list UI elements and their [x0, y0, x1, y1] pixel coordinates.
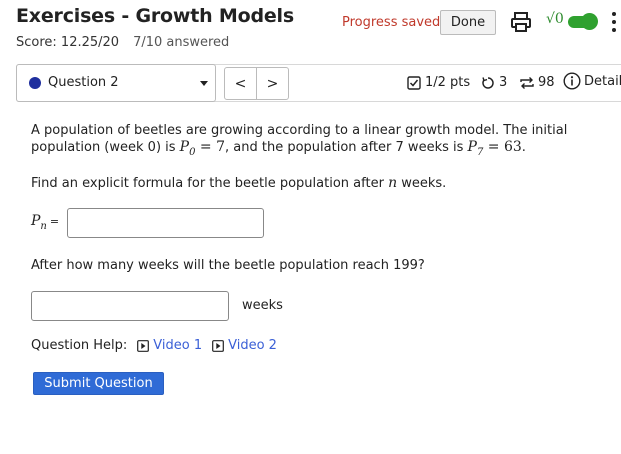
- answered-count: 7/10 answered: [133, 35, 230, 50]
- attempts-count: 98: [538, 75, 555, 90]
- p0-sym: P: [179, 139, 190, 155]
- progress-saved-status: Progress saved: [342, 15, 441, 30]
- question-intro: A population of beetles are growing acco…: [31, 122, 591, 161]
- formula-answer-input[interactable]: [67, 208, 264, 238]
- page-title: Exercises - Growth Models: [16, 5, 294, 27]
- intro-text-c: .: [521, 140, 526, 155]
- math-display-icon: √0: [546, 11, 564, 27]
- video-2-label: Video 2: [228, 338, 277, 353]
- question-help: Question Help: Video 1 Video 2: [31, 338, 287, 353]
- attempts-icon: [520, 76, 534, 89]
- chevron-down-icon: [200, 81, 208, 86]
- question-status-dot: [29, 77, 41, 89]
- retries-count: 3: [499, 75, 508, 90]
- video-1-label: Video 1: [153, 338, 203, 353]
- print-icon[interactable]: [510, 11, 532, 33]
- weeks-answer-input[interactable]: [31, 291, 229, 321]
- question-help-label: Question Help:: [31, 338, 128, 353]
- math-display-toggle[interactable]: [568, 13, 598, 30]
- points-text: 1/2 pts: [425, 75, 471, 90]
- done-button[interactable]: Done: [440, 10, 496, 35]
- p7-sym: P: [467, 139, 477, 155]
- p7-symbol: P7: [467, 139, 484, 158]
- details-label: Details: [584, 73, 621, 89]
- part1-text-b: weeks.: [397, 176, 447, 191]
- p0-value: = 7: [195, 139, 226, 155]
- video-play-icon: [212, 339, 225, 352]
- p7-value: = 63: [483, 139, 522, 155]
- submit-question-button[interactable]: Submit Question: [33, 372, 164, 395]
- question-select-label: Question 2: [48, 75, 119, 90]
- checkbox-icon: [407, 75, 421, 90]
- retries-indicator: 3: [481, 75, 507, 90]
- question-select[interactable]: Question 2: [16, 64, 216, 102]
- retry-icon: [482, 76, 494, 89]
- part2-prompt: After how many weeks will the beetle pop…: [31, 258, 425, 273]
- p0-symbol: P0: [179, 139, 196, 158]
- points-indicator: 1/2 pts: [407, 75, 470, 90]
- intro-text-b: , and the population after 7 weeks is: [225, 140, 468, 155]
- score-text: Score: 12.25/20: [16, 35, 120, 50]
- next-question-button[interactable]: >: [256, 67, 289, 100]
- details-button[interactable]: Details: [563, 72, 621, 90]
- part1-text-a: Find an explicit formula for the beetle …: [31, 176, 389, 191]
- more-options-icon[interactable]: [611, 10, 617, 34]
- score-line: Score: 12.25/20 7/10 answered: [16, 35, 229, 50]
- video-play-icon: [137, 339, 150, 352]
- previous-question-button[interactable]: <: [224, 67, 257, 100]
- pn-sub: n: [40, 220, 47, 232]
- pn-sym: P: [31, 213, 41, 229]
- info-icon: [563, 72, 581, 90]
- video-1-link[interactable]: Video 1: [137, 338, 202, 353]
- pn-label: Pn =: [31, 213, 59, 232]
- pn-equals: =: [49, 215, 60, 228]
- part1-prompt: Find an explicit formula for the beetle …: [31, 175, 446, 191]
- attempts-indicator: 98: [519, 75, 555, 90]
- weeks-unit-label: weeks: [242, 298, 283, 313]
- video-2-link[interactable]: Video 2: [212, 338, 277, 353]
- part1-variable: n: [388, 175, 398, 191]
